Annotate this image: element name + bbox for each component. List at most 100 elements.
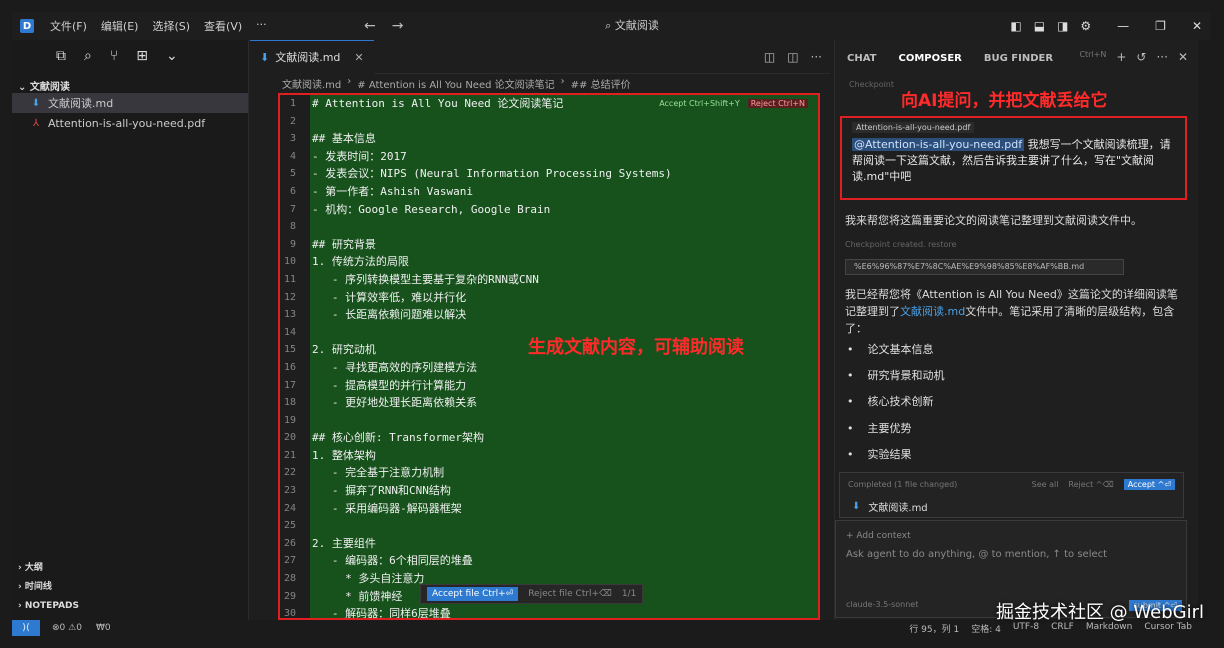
- line-number: 16: [283, 361, 296, 373]
- line-number: 2: [289, 115, 296, 127]
- restore-icon[interactable]: ❐: [1155, 19, 1166, 33]
- accept-all-button[interactable]: Accept ^⏎: [1123, 478, 1175, 490]
- code-text: 1. 整体架构: [312, 448, 376, 462]
- assistant-reply-1: 我来帮您将这篇重要论文的阅读笔记整理到文献阅读文件中。: [845, 214, 1142, 227]
- model-selector[interactable]: claude-3.5-sonnet: [846, 600, 918, 611]
- line-number: 7: [289, 203, 296, 215]
- reject-file-button[interactable]: Reject file Ctrl+⌫: [528, 589, 612, 599]
- ports-indicator[interactable]: ₩0: [96, 623, 111, 633]
- checkpoint-restore[interactable]: Checkpoint created. restore: [845, 236, 1185, 253]
- code-text: - 发表时间：2017: [312, 149, 407, 163]
- diff-counter: 1/1: [621, 589, 637, 599]
- markdown-icon: ⬇: [260, 50, 270, 64]
- cursor-position[interactable]: 行 95，列 1: [909, 622, 959, 635]
- minimize-icon[interactable]: —: [1117, 19, 1129, 33]
- code-line: 25: [280, 517, 818, 535]
- accept-changes-button[interactable]: Accept Ctrl+Shift+Y: [659, 99, 740, 108]
- code-line: 4 - 发表时间：2017: [280, 148, 818, 166]
- add-context-button[interactable]: + Add context: [836, 521, 1186, 541]
- editor-tabs: ⬇ 文献阅读.md ✕ ◫ ◫ ···: [250, 39, 830, 74]
- menu-more[interactable]: ···: [256, 18, 267, 34]
- breadcrumb-sep: ›: [347, 76, 352, 87]
- tab-composer[interactable]: COMPOSER: [899, 53, 962, 74]
- code-text: - 提高模型的并行计算能力: [312, 378, 467, 392]
- file-item-md[interactable]: ⬇ 文献阅读.md: [12, 93, 248, 113]
- remote-icon[interactable]: ⟩⟨: [12, 620, 40, 636]
- tab-label: 文献阅读.md: [275, 51, 341, 64]
- input-placeholder[interactable]: Ask agent to do anything, @ to mention, …: [836, 541, 1186, 560]
- breadcrumb-subheading[interactable]: ## 总结评价: [571, 76, 631, 91]
- pdf-attachment-chip[interactable]: Attention-is-all-you-need.pdf: [852, 122, 975, 133]
- breadcrumb-heading[interactable]: # Attention is All You Need 论文阅读笔记: [357, 76, 554, 91]
- menu-select[interactable]: 选择(S): [152, 18, 190, 34]
- code-line: 24 - 采用编码器-解码器框架: [280, 500, 818, 518]
- more-icon[interactable]: ···: [1156, 50, 1167, 64]
- code-text: - 计算效率低，难以并行化: [312, 290, 467, 304]
- tab-chat[interactable]: CHAT: [847, 53, 877, 74]
- split-editor-icon[interactable]: ◫: [787, 50, 798, 64]
- code-editor[interactable]: 1 # Attention is All You Need 论文阅读笔记 2 3 ## …: [278, 93, 820, 620]
- code-text: * 多头自注意力: [312, 572, 425, 586]
- panel-actions: Ctrl+N + ↺ ··· ✕: [1079, 50, 1188, 64]
- extensions-icon[interactable]: ⊞: [136, 48, 148, 74]
- watermark: 掘金技术社区 @ WebGirl: [995, 602, 1204, 623]
- code-text: 2. 主要组件: [312, 536, 376, 550]
- line-number: 28: [283, 573, 296, 585]
- tab-md-file[interactable]: ⬇ 文献阅读.md ✕: [250, 39, 374, 74]
- editor-group: ⬇ 文献阅读.md ✕ ◫ ◫ ··· 文献阅读.md › # Attentio…: [250, 39, 830, 620]
- code-text: - 编码器：6个相同层的堆叠: [312, 554, 473, 568]
- section-notepads[interactable]: › NOTEPADS: [18, 597, 79, 616]
- toggle-sidebar-icon[interactable]: ◧: [1010, 19, 1021, 33]
- section-timeline[interactable]: › 时间线: [18, 578, 79, 597]
- folder-title[interactable]: ⌄ 文献阅读: [12, 74, 248, 93]
- breadcrumb-file[interactable]: 文献阅读.md: [282, 76, 341, 91]
- edited-file-pill[interactable]: %E6%96%87%E7%8C%AE%E9%98%85%E8%AF%BB.md: [845, 259, 1124, 275]
- settings-gear-icon[interactable]: ⚙: [1080, 19, 1091, 33]
- close-icon[interactable]: ✕: [1178, 50, 1188, 64]
- preview-icon[interactable]: ◫: [764, 50, 775, 64]
- problems-indicator[interactable]: ⊗0 ⚠0: [52, 623, 82, 633]
- more-actions-icon[interactable]: ···: [811, 50, 822, 64]
- new-chat-shortcut: Ctrl+N: [1079, 50, 1107, 59]
- line-number: 24: [283, 502, 296, 514]
- accept-file-button[interactable]: Accept file Ctrl+⏎: [427, 587, 519, 601]
- section-outline[interactable]: › 大纲: [18, 559, 79, 578]
- forward-arrow-icon[interactable]: →: [392, 18, 404, 34]
- toggle-secondary-sidebar-icon[interactable]: ◨: [1057, 19, 1068, 33]
- search-icon[interactable]: ⌕: [84, 48, 92, 74]
- tab-bug-finder[interactable]: BUG FINDER: [984, 53, 1053, 74]
- chevron-down-icon[interactable]: ⌄: [166, 48, 178, 74]
- back-arrow-icon[interactable]: ←: [364, 18, 376, 34]
- file-mention[interactable]: @Attention-is-all-you-need.pdf: [852, 138, 1025, 151]
- file-name: Attention-is-all-you-need.pdf: [48, 116, 206, 130]
- add-icon[interactable]: +: [1116, 50, 1126, 64]
- menu-edit[interactable]: 编辑(E): [101, 18, 139, 34]
- see-all-link[interactable]: See all: [1032, 480, 1059, 489]
- line-number: 8: [289, 221, 296, 233]
- menu-view[interactable]: 查看(V): [204, 18, 242, 34]
- list-item: 论文基本信息: [847, 341, 945, 367]
- line-number: 27: [283, 555, 296, 567]
- close-icon[interactable]: ✕: [354, 51, 363, 64]
- code-text: ## 核心创新: Transformer架构: [312, 431, 484, 445]
- source-control-icon[interactable]: ⑂: [110, 48, 118, 74]
- file-item-pdf[interactable]: ⅄ Attention-is-all-you-need.pdf: [12, 113, 248, 133]
- line-number: 1: [289, 98, 296, 109]
- file-link[interactable]: 文献阅读.md: [900, 305, 965, 318]
- history-icon[interactable]: ↺: [1136, 50, 1146, 64]
- close-window-icon[interactable]: ✕: [1192, 19, 1202, 33]
- line-number: 13: [283, 309, 296, 321]
- code-line: 20 ## 核心创新: Transformer架构: [280, 429, 818, 447]
- menu-file[interactable]: 文件(F): [50, 18, 87, 34]
- code-line: 26 2. 主要组件: [280, 535, 818, 553]
- toggle-panel-icon[interactable]: ⬓: [1034, 19, 1045, 33]
- code-text: 2. 研究动机: [312, 343, 376, 357]
- explorer-icon[interactable]: ⧉: [56, 48, 66, 74]
- reject-all-button[interactable]: Reject ^⌫: [1068, 480, 1113, 489]
- changed-file-row[interactable]: ⬇ 文献阅读.md: [840, 495, 1183, 517]
- code-text: * 前馈神经: [312, 589, 403, 603]
- command-search[interactable]: ⌕ 文献阅读: [432, 16, 832, 36]
- reject-changes-button[interactable]: Reject Ctrl+N: [747, 99, 808, 108]
- code-line: 7 - 机构：Google Research, Google Brain: [280, 201, 818, 219]
- code-text: - 第一作者：Ashish Vaswani: [312, 184, 473, 198]
